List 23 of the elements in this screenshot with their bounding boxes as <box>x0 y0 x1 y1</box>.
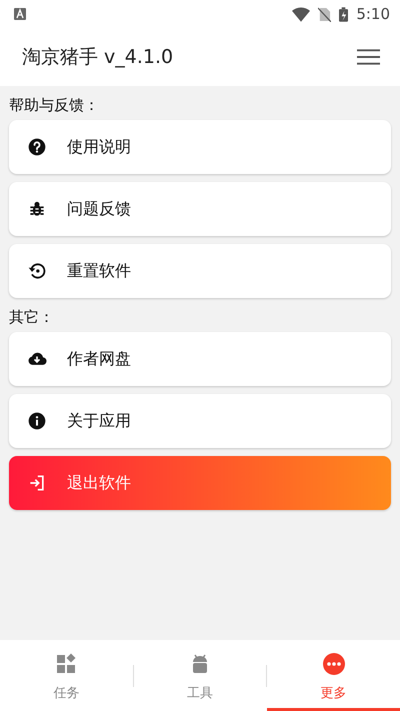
menu-item[interactable]: 重置软件 <box>9 244 391 298</box>
wifi-icon <box>292 6 310 22</box>
exit-button[interactable]: 退出软件 <box>9 456 391 510</box>
menu-item[interactable]: 使用说明 <box>9 120 391 174</box>
section-title: 帮助与反馈： <box>9 96 100 114</box>
help-icon <box>27 137 47 157</box>
battery-icon <box>339 6 348 22</box>
more-icon <box>322 652 346 676</box>
app-title: 淘京猪手 v_4.1.0 <box>22 45 174 70</box>
clock-time: 5:10 <box>356 5 390 23</box>
widgets-icon <box>54 652 78 676</box>
section-title: 其它： <box>9 308 55 326</box>
nav-tab[interactable]: 更多 <box>267 640 400 711</box>
menu-item[interactable]: 关于应用 <box>9 394 391 448</box>
menu-item[interactable]: 问题反馈 <box>9 182 391 236</box>
nav-tab[interactable]: 任务 <box>0 640 133 711</box>
reset-icon <box>27 261 47 281</box>
menu-icon <box>357 49 380 65</box>
notification-icon <box>14 8 26 20</box>
menu-item[interactable]: 作者网盘 <box>9 332 391 386</box>
nav-tab[interactable]: 工具 <box>134 640 266 711</box>
info-icon <box>27 411 47 431</box>
no-sim-icon <box>318 6 332 22</box>
